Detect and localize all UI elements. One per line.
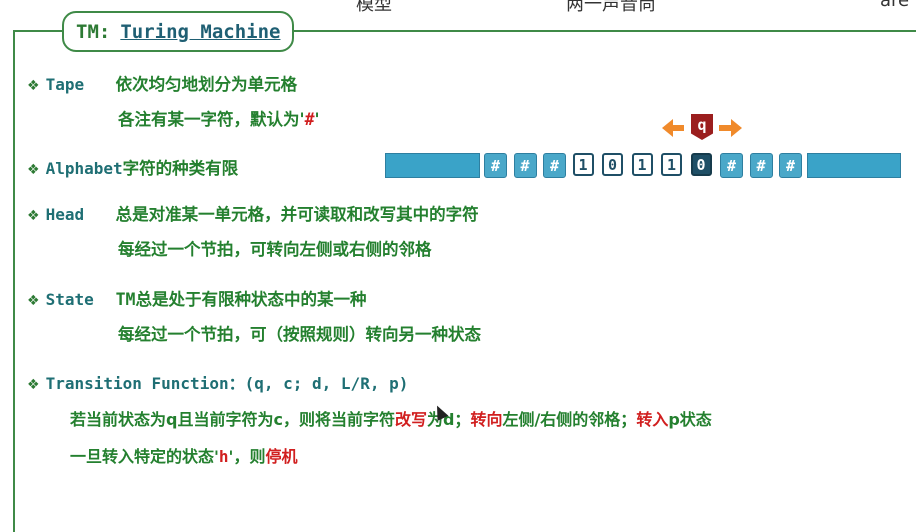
transition-item: ❖ Transition Function ：(q, c; d, L/R, p) — [27, 370, 408, 394]
alphabet-item: ❖ Alphabet 字符的种类有限 — [27, 155, 238, 179]
tape-line2: 各注有某一字符，默认为'#' — [118, 110, 320, 129]
top-fragment-1: 模型 — [356, 0, 392, 15]
transition-signature: ：(q, c; d, L/R, p) — [228, 374, 409, 393]
tape-cell: 1 — [631, 153, 653, 176]
state-line1: TM总是处于有限种状态中的某一种 — [115, 290, 367, 309]
tape-default-char: # — [304, 110, 315, 129]
tape-cell: # — [720, 153, 743, 178]
right-arrow-icon — [731, 119, 742, 137]
head-item: ❖ Head 总是对准某一单元格，并可读取和改写其中的字符 — [27, 201, 479, 225]
tape-left-segment — [385, 153, 480, 178]
highlight-halt: 停机 — [265, 447, 298, 466]
tape-cell: 0 — [690, 153, 712, 176]
tape-line1: 依次均匀地划分为单元格 — [115, 75, 298, 94]
highlight-rewrite: 改写 — [394, 410, 427, 429]
top-fragment-3: are — [880, 0, 910, 11]
tape-cell: 1 — [572, 153, 594, 176]
term-transition: Transition Function — [45, 374, 229, 393]
diamond-bullet-icon: ❖ — [27, 162, 40, 178]
title-prefix: TM: — [76, 20, 111, 43]
left-arrow-tail — [672, 125, 684, 131]
term-state: State — [45, 290, 94, 309]
right-arrow-tail — [719, 125, 731, 131]
tape-cell: 0 — [602, 153, 623, 176]
tape-cell: 1 — [661, 153, 682, 176]
diamond-bullet-icon: ❖ — [27, 293, 40, 309]
diamond-bullet-icon: ❖ — [27, 377, 40, 393]
highlight-turn: 转向 — [470, 410, 503, 429]
term-tape: Tape — [45, 75, 85, 94]
top-fragment-2: 两一声音尚 — [566, 0, 656, 15]
tape-cell: # — [543, 153, 566, 178]
diamond-bullet-icon: ❖ — [27, 78, 40, 94]
term-head: Head — [45, 205, 85, 224]
transition-line2: 一旦转入特定的状态'h'，则停机 — [70, 447, 298, 466]
tape-cell: # — [484, 153, 507, 178]
tape-cell: # — [749, 153, 773, 178]
state-item: ❖ State TM总是处于有限种状态中的某一种 — [27, 286, 366, 310]
state-line2: 每经过一个节拍，可（按照规则）转向另一种状态 — [118, 325, 481, 344]
title-main: Turing Machine — [120, 20, 281, 43]
tape-item: ❖ Tape 依次均匀地划分为单元格 — [27, 71, 297, 95]
tape-right-segment — [807, 153, 901, 178]
tape-cell: # — [513, 153, 537, 178]
halt-state-char: h — [218, 447, 229, 466]
alphabet-desc: 字符的种类有限 — [122, 159, 239, 178]
title-box: TM: Turing Machine — [62, 11, 295, 52]
head-line2: 每经过一个节拍，可转向左侧或右侧的邻格 — [118, 240, 432, 259]
transition-line1: 若当前状态为q且当前字符为c，则将当前字符改写为d；转向左侧/右侧的邻格；转入p… — [70, 410, 712, 429]
diamond-bullet-icon: ❖ — [27, 208, 40, 224]
highlight-enter: 转入 — [636, 410, 669, 429]
tape-cell: # — [779, 153, 802, 178]
term-alphabet: Alphabet — [45, 159, 123, 178]
head-line1: 总是对准某一单元格，并可读取和改写其中的字符 — [115, 205, 479, 224]
